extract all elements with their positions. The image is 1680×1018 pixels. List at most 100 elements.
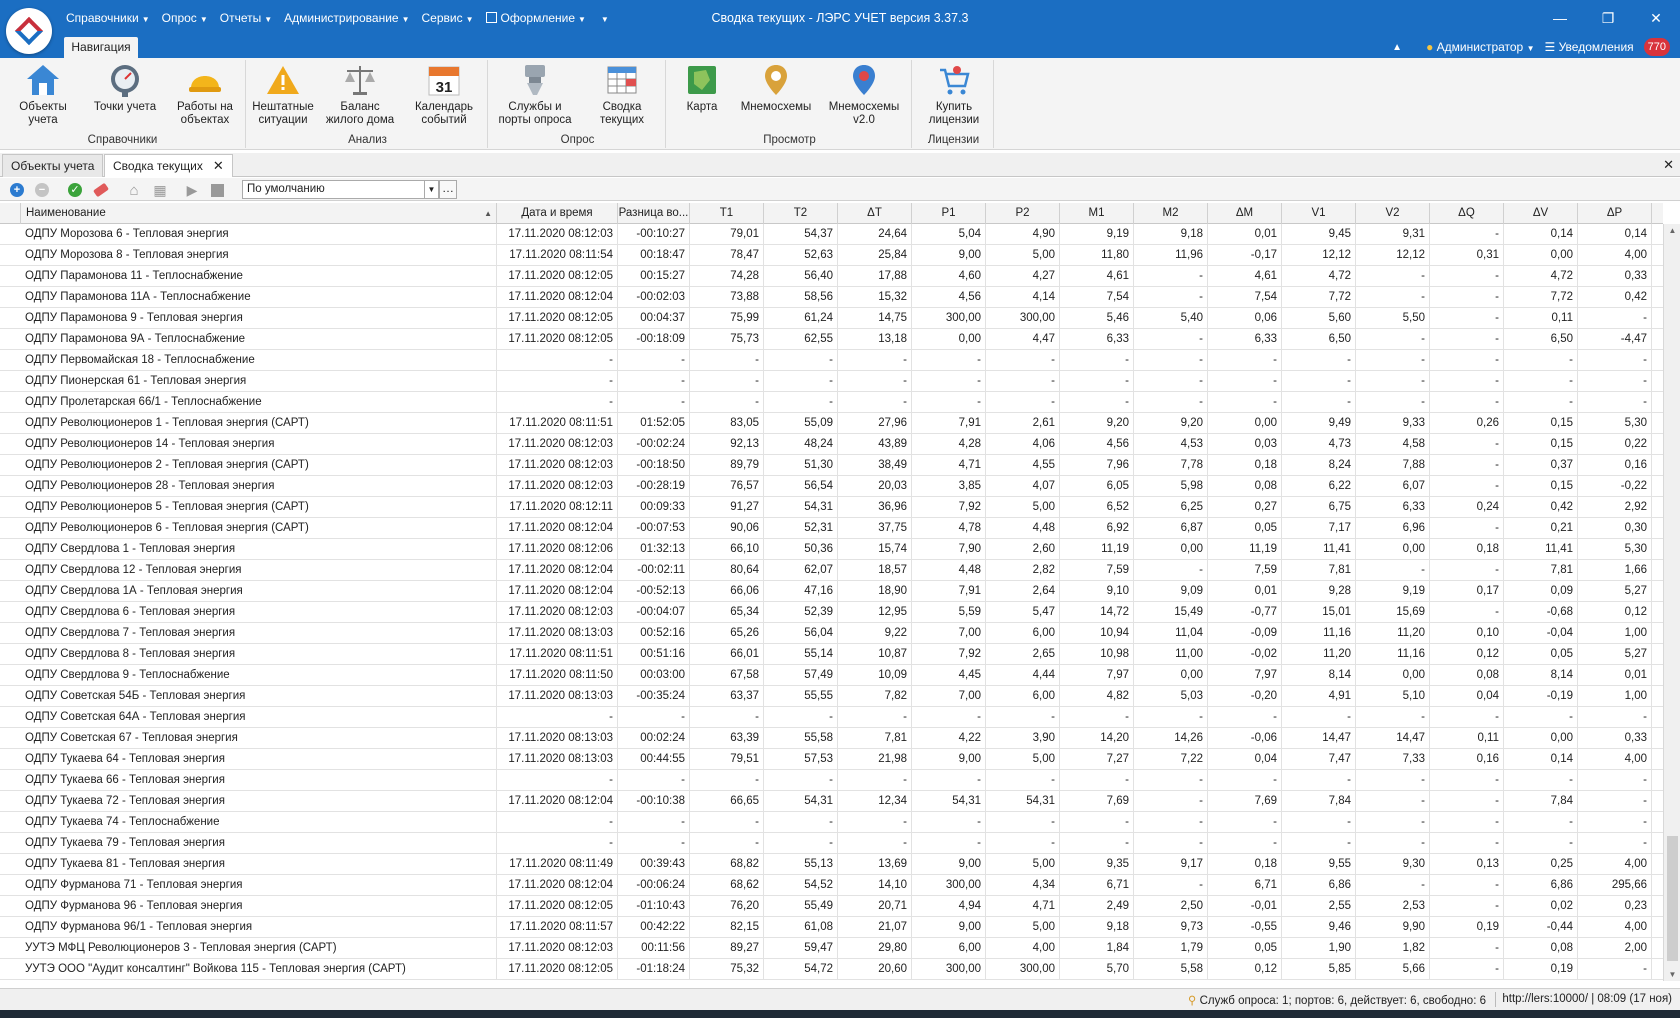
table-row[interactable]: ОДПУ Морозова 6 - Тепловая энергия 17.11.… bbox=[0, 224, 1663, 245]
scroll-thumb[interactable] bbox=[1667, 836, 1678, 961]
metering-points-button[interactable]: Точки учета bbox=[88, 62, 162, 114]
table-row[interactable]: ОДПУ Морозова 8 - Тепловая энергия 17.11.… bbox=[0, 245, 1663, 266]
scroll-down-icon[interactable]: ▼ bbox=[1664, 970, 1680, 979]
table-row[interactable]: ОДПУ Революционеров 14 - Тепловая энерги… bbox=[0, 434, 1663, 455]
balance-button[interactable]: Баланс жилого дома bbox=[324, 62, 396, 127]
menu-opros[interactable]: Опрос ▼ bbox=[156, 10, 214, 26]
table-row[interactable]: ОДПУ Пионерская 61 - Тепловая энергия - - -… bbox=[0, 371, 1663, 392]
column-header[interactable]: ΔM bbox=[1208, 203, 1282, 224]
row-indicator[interactable] bbox=[0, 560, 21, 580]
calendar-button[interactable]: 31 Календарь событий bbox=[408, 62, 480, 127]
map-button[interactable]: Карта bbox=[676, 62, 728, 114]
user-menu[interactable]: ● Администратор ▼ bbox=[1426, 40, 1534, 54]
row-indicator[interactable] bbox=[0, 434, 21, 454]
restore-button[interactable]: ❐ bbox=[1584, 0, 1632, 36]
column-header[interactable]: V1 bbox=[1282, 203, 1356, 224]
row-indicator[interactable] bbox=[0, 917, 21, 937]
menu-oformlenie[interactable]: Оформление ▼ bbox=[480, 10, 592, 26]
row-indicator[interactable] bbox=[0, 728, 21, 748]
row-indicator[interactable] bbox=[0, 413, 21, 433]
column-header[interactable]: Наименование ▲ bbox=[21, 203, 497, 224]
table-row[interactable]: ОДПУ Революционеров 1 - Тепловая энергия… bbox=[0, 413, 1663, 434]
mnemo-v2-button[interactable]: Мнемосхемы v2.0 bbox=[824, 62, 904, 127]
table-row[interactable]: ОДПУ Свердлова 7 - Тепловая энергия 17.11… bbox=[0, 623, 1663, 644]
table-row[interactable]: УУТЭ ООО "Аудит консалтинг" Войкова 115 … bbox=[0, 959, 1663, 980]
menu-servis[interactable]: Сервис ▼ bbox=[416, 10, 480, 26]
row-indicator[interactable] bbox=[0, 812, 21, 832]
scroll-up-icon[interactable]: ▲ bbox=[1664, 226, 1680, 235]
row-indicator[interactable] bbox=[0, 707, 21, 727]
column-header[interactable]: P1 bbox=[912, 203, 986, 224]
profile-select[interactable]: По умолчанию ▼ bbox=[242, 180, 439, 199]
row-indicator[interactable] bbox=[0, 665, 21, 685]
quick-access-menu[interactable]: ▼ bbox=[592, 10, 615, 26]
table-row[interactable]: ОДПУ Пролетарская 66/1 - Теплоснабжение -… bbox=[0, 392, 1663, 413]
table-row[interactable]: УУТЭ МФЦ Революционеров 3 - Тепловая эне… bbox=[0, 938, 1663, 959]
table-row[interactable]: ОДПУ Тукаева 81 - Тепловая энергия 17.11.… bbox=[0, 854, 1663, 875]
table-row[interactable]: ОДПУ Фурманова 96/1 - Тепловая энергия 17… bbox=[0, 917, 1663, 938]
table-row[interactable]: ОДПУ Революционеров 6 - Тепловая энергия… bbox=[0, 518, 1663, 539]
row-indicator[interactable] bbox=[0, 308, 21, 328]
grid-view-button[interactable]: ▦ bbox=[151, 181, 169, 199]
table-row[interactable]: ОДПУ Тукаева 79 - Тепловая энергия - - - - - -… bbox=[0, 833, 1663, 854]
menu-spravochniki[interactable]: Справочники ▼ bbox=[60, 10, 156, 26]
column-header[interactable]: ΔP bbox=[1578, 203, 1652, 224]
poll-services-button[interactable]: Службы и порты опроса bbox=[494, 62, 576, 127]
table-row[interactable]: ОДПУ Революционеров 5 - Тепловая энергия… bbox=[0, 497, 1663, 518]
row-indicator[interactable] bbox=[0, 518, 21, 538]
column-header[interactable]: ΔV bbox=[1504, 203, 1578, 224]
column-header[interactable]: T1 bbox=[690, 203, 764, 224]
row-indicator[interactable] bbox=[0, 833, 21, 853]
table-row[interactable]: ОДПУ Свердлова 12 - Тепловая энергия 17.1… bbox=[0, 560, 1663, 581]
table-row[interactable]: ОДПУ Фурманова 96 - Тепловая энергия 17.1… bbox=[0, 896, 1663, 917]
close-tab-icon[interactable]: ✕ bbox=[213, 158, 224, 173]
table-row[interactable]: ОДПУ Парамонова 11 - Теплоснабжение 17.11… bbox=[0, 266, 1663, 287]
notifications-button[interactable]: ☰ Уведомления bbox=[1545, 40, 1634, 54]
tab-objects[interactable]: Объекты учета bbox=[2, 154, 104, 177]
column-header[interactable]: T2 bbox=[764, 203, 838, 224]
row-indicator[interactable] bbox=[0, 329, 21, 349]
row-indicator[interactable] bbox=[0, 602, 21, 622]
column-header[interactable]: ΔT bbox=[838, 203, 912, 224]
objects-button[interactable]: Объекты учета bbox=[10, 62, 76, 127]
ribbon-tab-navigation[interactable]: Навигация bbox=[64, 37, 138, 58]
app-logo[interactable] bbox=[6, 8, 52, 54]
vertical-scrollbar[interactable]: ▲ ▼ bbox=[1663, 224, 1680, 981]
row-indicator[interactable] bbox=[0, 539, 21, 559]
add-button[interactable]: + bbox=[8, 181, 26, 199]
table-row[interactable]: ОДПУ Тукаева 72 - Тепловая энергия 17.11.… bbox=[0, 791, 1663, 812]
column-header[interactable]: Дата и время bbox=[497, 203, 618, 224]
column-header[interactable]: ΔQ bbox=[1430, 203, 1504, 224]
close-all-tabs-icon[interactable]: ✕ bbox=[1663, 157, 1674, 173]
row-indicator[interactable] bbox=[0, 938, 21, 958]
mnemo-button[interactable]: Мнемосхемы bbox=[736, 62, 816, 114]
table-row[interactable]: ОДПУ Советская 54Б - Тепловая энергия 17.… bbox=[0, 686, 1663, 707]
table-row[interactable]: ОДПУ Революционеров 28 - Тепловая энерги… bbox=[0, 476, 1663, 497]
row-indicator[interactable] bbox=[0, 686, 21, 706]
apply-button[interactable]: ✓ bbox=[66, 181, 84, 199]
clear-button[interactable] bbox=[92, 181, 110, 199]
row-indicator[interactable] bbox=[0, 791, 21, 811]
column-header[interactable]: P2 bbox=[986, 203, 1060, 224]
works-button[interactable]: Работы на объектах bbox=[170, 62, 240, 127]
row-indicator[interactable] bbox=[0, 266, 21, 286]
column-header[interactable]: M1 bbox=[1060, 203, 1134, 224]
row-indicator[interactable] bbox=[0, 350, 21, 370]
stop-button[interactable] bbox=[208, 181, 226, 199]
column-header[interactable]: Разница во... bbox=[618, 203, 690, 224]
current-summary-button[interactable]: Сводка текущих bbox=[586, 62, 658, 127]
table-row[interactable]: ОДПУ Фурманова 71 - Тепловая энергия 17.1… bbox=[0, 875, 1663, 896]
row-indicator[interactable] bbox=[0, 875, 21, 895]
table-row[interactable]: ОДПУ Свердлова 8 - Тепловая энергия 17.11… bbox=[0, 644, 1663, 665]
menu-otchety[interactable]: Отчеты ▼ bbox=[214, 10, 278, 26]
row-indicator[interactable] bbox=[0, 770, 21, 790]
row-indicator[interactable] bbox=[0, 245, 21, 265]
menu-administrirovanie[interactable]: Администрирование ▼ bbox=[278, 10, 415, 26]
row-indicator[interactable] bbox=[0, 371, 21, 391]
row-indicator[interactable] bbox=[0, 959, 21, 979]
buy-licenses-button[interactable]: Купить лицензии bbox=[920, 62, 988, 127]
table-row[interactable]: ОДПУ Парамонова 9А - Теплоснабжение 17.11… bbox=[0, 329, 1663, 350]
table-row[interactable]: ОДПУ Тукаева 66 - Тепловая энергия - - - - - -… bbox=[0, 770, 1663, 791]
row-indicator[interactable] bbox=[0, 497, 21, 517]
table-row[interactable]: ОДПУ Свердлова 1 - Тепловая энергия 17.11… bbox=[0, 539, 1663, 560]
